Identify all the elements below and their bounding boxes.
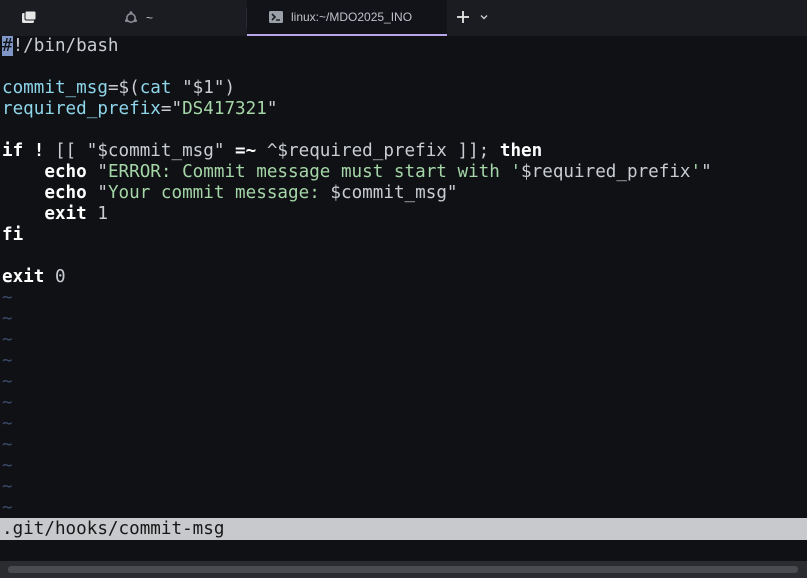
code-token: " xyxy=(266,98,278,119)
code-token: =~ xyxy=(235,140,257,161)
code-token: echo xyxy=(44,161,87,182)
empty-line-tilde: ~ xyxy=(2,455,13,476)
code-token: 0 xyxy=(44,266,66,287)
text-cursor: # xyxy=(2,35,13,56)
empty-line-tilde: ~ xyxy=(2,371,13,392)
code-token: commit_msg xyxy=(2,77,108,98)
terminal-icon xyxy=(269,11,283,23)
code-token: [[ "$commit_msg" xyxy=(44,140,236,161)
empty-line-tilde: ~ xyxy=(2,308,13,329)
code-token: ^$required_prefix ]]; xyxy=(256,140,500,161)
code-token: " xyxy=(86,182,108,203)
empty-line-tilde: ~ xyxy=(2,329,13,350)
tab-label: ~ xyxy=(146,11,154,25)
code-line: required_prefix="DS417321" xyxy=(2,99,277,120)
empty-line-tilde: ~ xyxy=(2,392,13,413)
code-token: fi xyxy=(2,224,24,245)
code-token: echo xyxy=(44,182,87,203)
code-token: =" xyxy=(160,98,183,119)
tab-bar: ~ linux:~/MDO2025_INO xyxy=(0,0,807,36)
panes-icon[interactable] xyxy=(22,11,36,23)
code-token: then xyxy=(499,140,543,161)
code-line: commit_msg=$(cat "$1") xyxy=(2,78,235,99)
code-token: ERROR: Commit message must start with ' xyxy=(107,161,522,182)
code-token: " xyxy=(701,161,712,182)
empty-line-tilde: ~ xyxy=(2,497,13,518)
empty-line-tilde: ~ xyxy=(2,434,13,455)
tab-home[interactable]: ~ xyxy=(124,0,246,36)
code-token: ! xyxy=(33,140,45,161)
ubuntu-icon xyxy=(125,11,137,23)
command-line[interactable] xyxy=(0,540,807,561)
code-token: 1 xyxy=(86,203,108,224)
empty-line-tilde: ~ xyxy=(2,287,13,308)
code-token: =$( xyxy=(107,77,140,98)
empty-line-tilde: ~ xyxy=(2,350,13,371)
code-line: echo "Your commit message: $commit_msg" xyxy=(2,182,458,204)
status-filename: .git/hooks/commit-msg xyxy=(2,519,225,539)
scrollbar-thumb[interactable] xyxy=(8,566,798,573)
code-token: exit xyxy=(44,203,87,224)
code-token: DS417321 xyxy=(182,98,267,119)
code-line: exit 1 xyxy=(2,204,108,225)
code-token: " xyxy=(446,182,458,203)
code-token: !/bin/bash xyxy=(12,35,119,56)
tab-terminal-active[interactable]: linux:~/MDO2025_INO xyxy=(247,0,447,36)
code-line: echo "ERROR: Commit message must start w… xyxy=(2,161,712,183)
empty-line-tilde: ~ xyxy=(2,413,13,434)
code-token: Your commit message: xyxy=(107,182,331,203)
code-token: "$1") xyxy=(171,77,236,98)
vim-editor[interactable]: #!/bin/bash commit_msg=$(cat "$1") require… xyxy=(0,35,807,518)
code-token: $required_prefix xyxy=(521,161,691,182)
code-line: #!/bin/bash xyxy=(2,35,119,57)
chevron-down-icon[interactable] xyxy=(479,12,489,22)
code-token: required_prefix xyxy=(2,98,161,119)
status-bar: .git/hooks/commit-msg xyxy=(0,518,807,540)
tab-label: linux:~/MDO2025_INO xyxy=(291,10,413,24)
code-line: exit 0 xyxy=(2,267,66,288)
code-line: if ! [[ "$commit_msg" =~ ^$required_pref… xyxy=(2,141,542,162)
code-token: " xyxy=(86,161,108,182)
plus-icon[interactable] xyxy=(456,10,470,24)
horizontal-scrollbar[interactable] xyxy=(0,561,807,578)
code-token: cat xyxy=(139,77,172,98)
code-token: $commit_msg xyxy=(330,182,447,203)
code-token: if xyxy=(2,140,24,161)
code-line: fi xyxy=(2,225,23,246)
code-token: ' xyxy=(690,161,702,182)
code-token: exit xyxy=(2,266,45,287)
empty-line-tilde: ~ xyxy=(2,476,13,497)
